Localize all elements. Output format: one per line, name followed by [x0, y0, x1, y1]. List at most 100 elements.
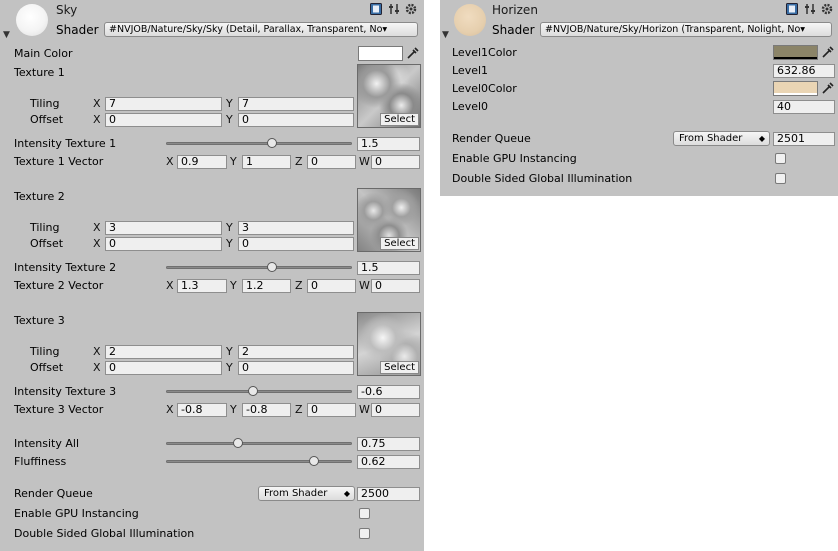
axis-z-label: Z	[295, 403, 303, 416]
gear-icon[interactable]	[405, 3, 417, 15]
texture-3-vector-x[interactable]: -0.8	[177, 403, 227, 417]
material-title: Horizen	[492, 3, 538, 17]
texture-1-thumbnail[interactable]: Select	[357, 64, 421, 128]
texture-2-vector-z[interactable]: 0	[307, 279, 356, 293]
texture-1-vector-y[interactable]: 1	[242, 155, 291, 169]
texture-3-tiling-label: Tiling	[30, 345, 60, 358]
intensity-all-slider-handle[interactable]	[233, 438, 243, 448]
texture-3-thumbnail[interactable]: Select	[357, 312, 421, 376]
render-queue-value[interactable]: 2501	[773, 132, 835, 146]
fluffiness-slider-handle[interactable]	[309, 456, 319, 466]
intensity-all-value[interactable]: 0.75	[357, 437, 420, 451]
texture-3-offset-y[interactable]: 0	[238, 361, 354, 375]
intensity-texture-1-slider[interactable]	[166, 142, 352, 145]
texture-1-vector-x[interactable]: 0.9	[177, 155, 227, 169]
intensity-all-slider[interactable]	[166, 442, 352, 445]
texture-3-tiling-x[interactable]: 2	[105, 345, 222, 359]
texture-3-tiling-y[interactable]: 2	[238, 345, 354, 359]
texture-2-vector-w[interactable]: 0	[371, 279, 420, 293]
axis-y-label: Y	[226, 113, 233, 126]
render-queue-dropdown[interactable]: From Shader ◆	[673, 131, 770, 146]
intensity-texture-2-slider-handle[interactable]	[267, 262, 277, 272]
texture-1-tiling-y[interactable]: 7	[238, 97, 354, 111]
gear-icon[interactable]	[821, 3, 833, 15]
level1-label: Level1	[452, 64, 489, 77]
texture-2-vector-label: Texture 2 Vector	[14, 279, 104, 292]
render-queue-value[interactable]: 2500	[357, 487, 420, 501]
double-sided-gi-checkbox[interactable]	[359, 528, 370, 539]
texture-2-vector-x[interactable]: 1.3	[177, 279, 227, 293]
texture-1-tiling-label: Tiling	[30, 97, 60, 110]
texture-1-vector-label: Texture 1 Vector	[14, 155, 104, 168]
axis-w-label: W	[359, 403, 370, 416]
shader-dropdown[interactable]: #NVJOB/Nature/Sky/Horizon (Transparent, …	[540, 22, 832, 37]
double-sided-gi-checkbox[interactable]	[775, 173, 786, 184]
gpu-instancing-checkbox[interactable]	[775, 153, 786, 164]
texture-3-label: Texture 3	[14, 314, 65, 327]
texture-2-vector-y[interactable]: 1.2	[242, 279, 291, 293]
texture-2-tiling-label: Tiling	[30, 221, 60, 234]
intensity-texture-2-value[interactable]: 1.5	[357, 261, 420, 275]
axis-w-label: W	[359, 155, 370, 168]
texture-3-vector-label: Texture 3 Vector	[14, 403, 104, 416]
texture-2-label: Texture 2	[14, 190, 65, 203]
foldout-arrow-icon[interactable]: ▼	[442, 30, 449, 40]
texture-1-offset-x[interactable]: 0	[105, 113, 222, 127]
fluffiness-value[interactable]: 0.62	[357, 455, 420, 469]
intensity-texture-3-slider-handle[interactable]	[248, 386, 258, 396]
shader-dropdown[interactable]: #NVJOB/Nature/Sky/Sky (Detail, Parallax,…	[104, 22, 418, 37]
main-color-field[interactable]	[358, 46, 403, 61]
foldout-arrow-icon[interactable]: ▼	[3, 30, 10, 40]
eyedropper-icon[interactable]	[406, 46, 420, 60]
eyedropper-icon[interactable]	[821, 81, 835, 95]
texture-3-select-button[interactable]: Select	[380, 361, 419, 374]
texture-3-vector-w[interactable]: 0	[371, 403, 420, 417]
settings-sliders-icon[interactable]	[804, 3, 816, 15]
book-icon[interactable]	[786, 3, 798, 15]
intensity-texture-3-value[interactable]: -0.6	[357, 385, 420, 399]
intensity-texture-3-slider[interactable]	[166, 390, 352, 393]
level0color-field[interactable]	[773, 81, 818, 96]
material-preview-sphere	[454, 4, 486, 36]
gpu-instancing-checkbox[interactable]	[359, 508, 370, 519]
texture-2-offset-x[interactable]: 0	[105, 237, 222, 251]
intensity-texture-2-label: Intensity Texture 2	[14, 261, 117, 274]
alpha-bar	[774, 93, 817, 95]
axis-z-label: Z	[295, 279, 303, 292]
level0-label: Level0	[452, 100, 489, 113]
axis-y-label: Y	[230, 155, 237, 168]
texture-2-select-button[interactable]: Select	[380, 237, 419, 250]
level1color-field[interactable]	[773, 45, 818, 60]
axis-x-label: X	[166, 155, 174, 168]
book-icon[interactable]	[370, 3, 382, 15]
texture-3-vector-z[interactable]: 0	[307, 403, 356, 417]
double-sided-gi-label: Double Sided Global Illumination	[14, 527, 195, 540]
texture-3-vector-y[interactable]: -0.8	[242, 403, 291, 417]
level1-value[interactable]: 632.86	[773, 64, 835, 78]
level0-value[interactable]: 40	[773, 100, 835, 114]
texture-1-vector-z[interactable]: 0	[307, 155, 356, 169]
texture-2-tiling-y[interactable]: 3	[238, 221, 354, 235]
eyedropper-icon[interactable]	[821, 45, 835, 59]
texture-1-tiling-x[interactable]: 7	[105, 97, 222, 111]
fluffiness-slider[interactable]	[166, 460, 352, 463]
intensity-texture-2-slider[interactable]	[166, 266, 352, 269]
texture-2-offset-y[interactable]: 0	[238, 237, 354, 251]
texture-1-offset-y[interactable]: 0	[238, 113, 354, 127]
axis-y-label: Y	[230, 279, 237, 292]
texture-1-label: Texture 1	[14, 66, 65, 79]
intensity-texture-1-value[interactable]: 1.5	[357, 137, 420, 151]
intensity-texture-3-label: Intensity Texture 3	[14, 385, 117, 398]
axis-y-label: Y	[226, 361, 233, 374]
texture-2-thumbnail[interactable]: Select	[357, 188, 421, 252]
axis-x-label: X	[93, 113, 101, 126]
texture-2-tiling-x[interactable]: 3	[105, 221, 222, 235]
settings-sliders-icon[interactable]	[388, 3, 400, 15]
axis-x-label: X	[93, 237, 101, 250]
texture-3-offset-x[interactable]: 0	[105, 361, 222, 375]
intensity-texture-1-slider-handle[interactable]	[267, 138, 277, 148]
render-queue-dropdown[interactable]: From Shader ◆	[258, 486, 355, 501]
texture-1-select-button[interactable]: Select	[380, 113, 419, 126]
texture-3-offset-label: Offset	[30, 361, 64, 374]
texture-1-vector-w[interactable]: 0	[371, 155, 420, 169]
